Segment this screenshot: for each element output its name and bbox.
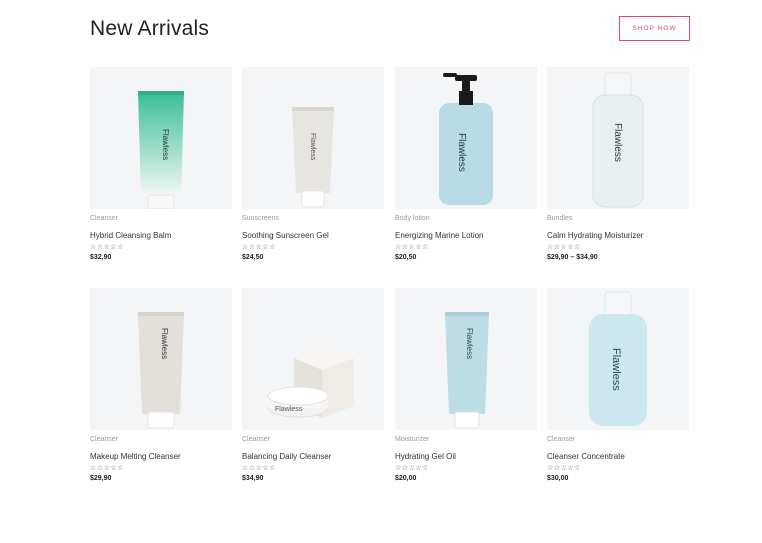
page-title: New Arrivals [90,17,210,40]
section-header: New Arrivals SHOP NOW [90,14,690,44]
product-category[interactable]: Cleanser [547,436,575,443]
rating-stars: ☆☆☆☆☆ [547,244,581,251]
product-image[interactable]: Flawless [242,67,384,209]
product-card[interactable]: Flawless Cleanser Balancing Daily Cleans… [242,288,384,482]
product-name[interactable]: Hydrating Gel Oil [395,452,456,461]
product-category[interactable]: Cleanser [242,436,270,443]
product-price: $24,50 [242,254,264,261]
product-price: $20,50 [395,254,417,261]
product-name[interactable]: Hybrid Cleansing Balm [90,231,171,240]
product-name[interactable]: Energizing Marine Lotion [395,231,484,240]
product-image[interactable]: Flawless [242,288,384,430]
brand-logo: Flawless [610,348,622,391]
product-card[interactable]: Flawless Cleanser Hybrid Cleansing Balm … [90,67,232,261]
product-image[interactable]: Flawless [90,67,232,209]
product-image[interactable]: Flawless [395,67,537,209]
rating-stars: ☆☆☆☆☆ [90,244,124,251]
brand-logo: Flawless [275,406,303,413]
rating-stars: ☆☆☆☆☆ [395,244,429,251]
brand-logo: Flawless [161,129,170,160]
rating-stars: ☆☆☆☆☆ [242,465,276,472]
product-name[interactable]: Cleanser Concentrate [547,452,625,461]
product-price: $30,00 [547,475,569,482]
product-card[interactable]: Flawless Bundles Calm Hydrating Moisturi… [547,67,689,261]
product-name[interactable]: Makeup Melting Cleanser [90,452,181,461]
product-card[interactable]: Flawless Sunscreens Soothing Sunscreen G… [242,67,384,261]
product-image[interactable]: Flawless [395,288,537,430]
rating-stars: ☆☆☆☆☆ [90,465,124,472]
brand-logo: Flawless [456,133,467,172]
product-category[interactable]: Cleanser [90,436,118,443]
product-category[interactable]: Cleanser [90,215,118,222]
product-category[interactable]: Body lotion [395,215,430,222]
product-name[interactable]: Calm Hydrating Moisturizer [547,231,643,240]
product-card[interactable]: Flawless Body lotion Energizing Marine L… [395,67,537,261]
rating-stars: ☆☆☆☆☆ [395,465,429,472]
product-category[interactable]: Sunscreens [242,215,279,222]
product-category[interactable]: Bundles [547,215,572,222]
rating-stars: ☆☆☆☆☆ [547,465,581,472]
rating-stars: ☆☆☆☆☆ [242,244,276,251]
product-name[interactable]: Soothing Sunscreen Gel [242,231,329,240]
brand-logo: Flawless [465,328,474,359]
product-price: $29,90 – $34,90 [547,254,598,261]
product-image[interactable]: Flawless [547,288,689,430]
brand-logo: Flawless [309,133,316,161]
brand-logo: Flawless [612,123,623,162]
product-category[interactable]: Moisturizer [395,436,429,443]
brand-logo: Flawless [160,328,169,359]
product-card[interactable]: Flawless Cleanser Makeup Melting Cleanse… [90,288,232,482]
product-price: $32,90 [90,254,112,261]
product-card[interactable]: Flawless Moisturizer Hydrating Gel Oil ☆… [395,288,537,482]
product-price: $34,90 [242,475,264,482]
product-image[interactable]: Flawless [90,288,232,430]
shop-now-button[interactable]: SHOP NOW [619,16,690,41]
product-card[interactable]: Flawless Cleanser Cleanser Concentrate ☆… [547,288,689,482]
product-image[interactable]: Flawless [547,67,689,209]
product-name[interactable]: Balancing Daily Cleanser [242,452,331,461]
product-price: $29,90 [90,475,112,482]
product-price: $20,00 [395,475,417,482]
